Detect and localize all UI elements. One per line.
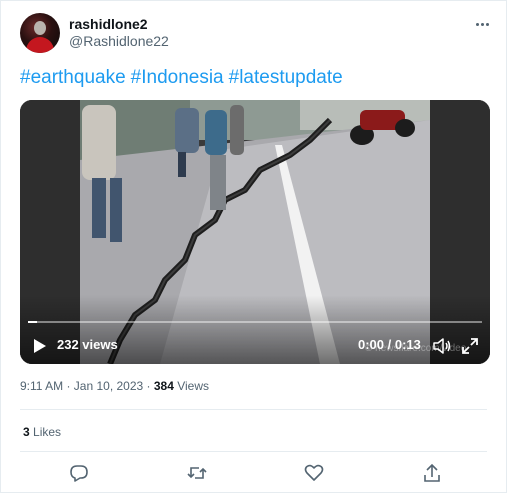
- avatar[interactable]: [20, 13, 60, 53]
- volume-icon[interactable]: [433, 338, 451, 354]
- video-player[interactable]: 232 views © newsflare.com/video 0:00 / 0…: [20, 100, 490, 364]
- retweet-icon[interactable]: [187, 463, 207, 483]
- reply-icon[interactable]: [69, 463, 89, 483]
- video-frame[interactable]: [20, 100, 490, 364]
- hashtag-link[interactable]: #earthquake: [20, 67, 126, 89]
- hashtag-link[interactable]: #latestupdate: [229, 67, 343, 89]
- likes-label: Likes: [29, 425, 62, 439]
- video-views-count: 232 views: [57, 337, 118, 352]
- likes-count: 3: [23, 425, 30, 439]
- tweet-metadata: 9:11 AM · Jan 10, 2023 · 384 Views: [20, 379, 209, 393]
- display-name[interactable]: rashidlone2: [69, 16, 148, 32]
- more-horizontal-icon[interactable]: [472, 16, 492, 32]
- views-count: 384: [153, 379, 174, 393]
- tweet-text: #earthquake #Indonesia #latestupdate: [20, 67, 343, 89]
- tweet-timestamp[interactable]: 9:11 AM · Jan 10, 2023 ·: [20, 379, 154, 393]
- video-time-display: 0:00 / 0:13: [358, 337, 421, 352]
- play-icon[interactable]: [33, 338, 47, 354]
- likes-stat[interactable]: 3 Likes: [23, 425, 61, 439]
- divider: [20, 451, 487, 452]
- video-progress-bar[interactable]: [28, 321, 482, 323]
- video-progress-fill: [28, 321, 38, 323]
- heart-icon[interactable]: [304, 463, 324, 483]
- share-icon[interactable]: [422, 463, 442, 483]
- fullscreen-icon[interactable]: [462, 338, 478, 354]
- user-handle[interactable]: @Rashidlone22: [69, 33, 169, 49]
- tweet-card: rashidlone2 @Rashidlone22 #earthquake #I…: [0, 0, 507, 493]
- hashtag-link[interactable]: #Indonesia: [131, 67, 224, 89]
- divider: [20, 409, 487, 410]
- views-label: Views: [173, 379, 210, 393]
- tweet-action-bar: [20, 458, 490, 488]
